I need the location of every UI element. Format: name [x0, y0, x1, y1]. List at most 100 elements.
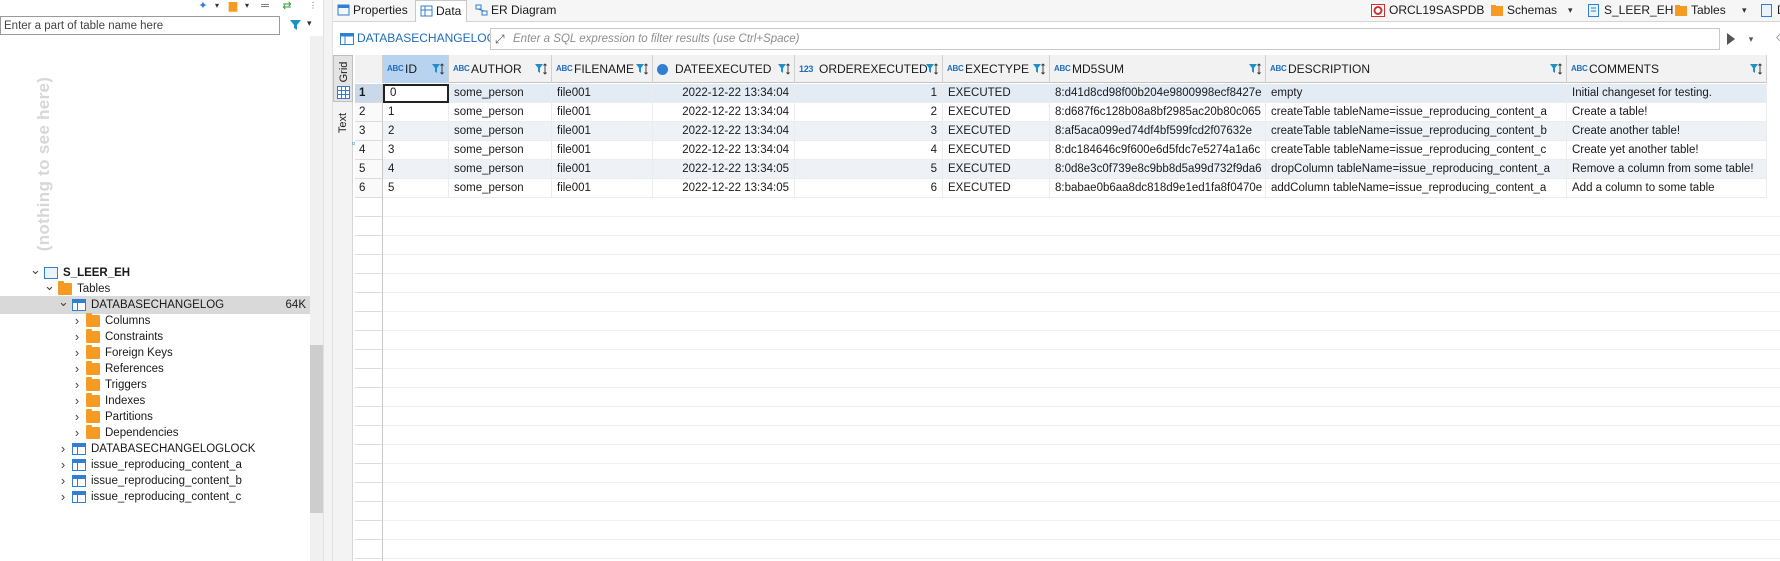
- table-cell[interactable]: 8:babae0b6aa8dc818d9e1ed1fa8f0470e: [1050, 179, 1266, 198]
- filter-funnel-icon[interactable]: [289, 18, 303, 32]
- tree-item[interactable]: › issue_reproducing_content_c: [0, 488, 310, 506]
- table-cell[interactable]: 2022-12-22 13:34:04: [653, 84, 795, 103]
- table-cell[interactable]: 2022-12-22 13:34:04: [653, 103, 795, 122]
- column-filter-icon[interactable]: [777, 62, 791, 76]
- table-cell[interactable]: file001: [552, 84, 653, 103]
- sql-filter-input[interactable]: [513, 31, 1663, 47]
- schema-selector[interactable]: S_LEER_EH: [1587, 0, 1673, 22]
- table-row[interactable]: 5 some_person file001 2022-12-22 13:34:05 6 E…: [383, 179, 1767, 198]
- table-cell[interactable]: some_person: [449, 122, 552, 141]
- row-number[interactable]: 6: [355, 179, 383, 198]
- table-row[interactable]: 4 some_person file001 2022-12-22 13:34:05 5 E…: [383, 160, 1767, 179]
- table-cell[interactable]: 2: [383, 122, 449, 141]
- column-filter-icon[interactable]: [635, 62, 649, 76]
- column-header[interactable]: ABC EXECTYPE: [943, 55, 1050, 83]
- schemas-selector[interactable]: Schemas: [1490, 0, 1560, 22]
- column-header[interactable]: ABC ID: [383, 55, 449, 83]
- column-header[interactable]: 123 ORDEREXECUTED: [795, 55, 943, 83]
- table-cell[interactable]: EXECUTED: [943, 179, 1050, 198]
- apply-filter-icon[interactable]: [1727, 33, 1735, 45]
- table-cell[interactable]: some_person: [449, 160, 552, 179]
- table-cell[interactable]: 8:d41d8cd98f00b204e9800998ecf8427e: [1050, 84, 1266, 103]
- column-header[interactable]: ABC FILENAME: [552, 55, 653, 83]
- side-tab-grid[interactable]: Grid: [333, 55, 353, 102]
- grid-corner[interactable]: [355, 55, 383, 83]
- tables-selector[interactable]: Tables: [1674, 0, 1734, 22]
- column-header[interactable]: ABC AUTHOR: [449, 55, 552, 83]
- table-cell[interactable]: 2022-12-22 13:34:04: [653, 141, 795, 160]
- table-cell[interactable]: Add a column to some table: [1567, 179, 1767, 198]
- table-cell[interactable]: EXECUTED: [943, 84, 1050, 103]
- table-row[interactable]: 1 some_person file001 2022-12-22 13:34:04 2 E…: [383, 103, 1767, 122]
- filter-history-dropdown-icon[interactable]: ▾: [1741, 28, 1761, 50]
- column-filter-icon[interactable]: [1032, 62, 1046, 76]
- tab-properties[interactable]: Properties: [333, 0, 413, 22]
- table-cell[interactable]: 3: [795, 122, 943, 141]
- table-cell[interactable]: 4: [383, 160, 449, 179]
- table-cell[interactable]: 1: [795, 84, 943, 103]
- table-row[interactable]: 3 some_person file001 2022-12-22 13:34:04 4 E…: [383, 141, 1767, 160]
- table-cell[interactable]: EXECUTED: [943, 141, 1050, 160]
- filter-dropdown-icon[interactable]: ▾: [307, 18, 312, 29]
- table-cell[interactable]: 3: [383, 141, 449, 160]
- table-cell[interactable]: some_person: [449, 141, 552, 160]
- side-tab-text[interactable]: Text ⟟: [333, 107, 363, 155]
- table-cell[interactable]: some_person: [449, 179, 552, 198]
- row-number[interactable]: 5: [355, 160, 383, 179]
- new-folder-icon[interactable]: ▆: [226, 0, 240, 12]
- table-cell[interactable]: 1: [383, 103, 449, 122]
- table-cell[interactable]: 2: [795, 103, 943, 122]
- overflow-selector[interactable]: D: [1760, 0, 1780, 22]
- column-filter-icon[interactable]: [1549, 62, 1563, 76]
- new-connection-icon[interactable]: ✦: [196, 0, 210, 12]
- table-cell[interactable]: file001: [552, 122, 653, 141]
- table-cell[interactable]: Create yet another table!: [1567, 141, 1767, 160]
- column-header[interactable]: ABC COMMENTS: [1567, 55, 1767, 83]
- panel-splitter[interactable]: [323, 0, 333, 561]
- table-cell[interactable]: 8:af5aca099ed74df4bf599fcd2f07632e: [1050, 122, 1266, 141]
- table-cell[interactable]: 6: [795, 179, 943, 198]
- expand-icon[interactable]: ⤢: [495, 32, 509, 46]
- table-cell[interactable]: some_person: [449, 84, 552, 103]
- table-cell[interactable]: file001: [552, 160, 653, 179]
- row-number[interactable]: 4: [355, 141, 383, 160]
- table-cell[interactable]: file001: [552, 179, 653, 198]
- row-number[interactable]: 3: [355, 122, 383, 141]
- navigator-scrollbar-thumb[interactable]: [310, 345, 323, 513]
- table-row[interactable]: 0 some_person file001 2022-12-22 13:34:04 1 E…: [383, 84, 1767, 103]
- table-cell[interactable]: EXECUTED: [943, 122, 1050, 141]
- column-filter-icon[interactable]: [534, 62, 548, 76]
- table-cell[interactable]: file001: [552, 141, 653, 160]
- row-number[interactable]: 2: [355, 103, 383, 122]
- table-name-filter-input[interactable]: [0, 16, 280, 35]
- dropdown-icon[interactable]: ▾: [210, 0, 224, 12]
- link-editor-icon[interactable]: ⇄: [280, 0, 294, 12]
- chevron-right-icon[interactable]: ›: [58, 488, 68, 506]
- tab-data[interactable]: Data: [415, 0, 467, 22]
- table-cell[interactable]: 8:0d8e3c0f739e8c9bb8d5a99d732f9da6: [1050, 160, 1266, 179]
- active-connection-selector[interactable]: ORCL19SASPDB: [1371, 0, 1484, 22]
- column-header[interactable]: DATEEXECUTED: [653, 55, 795, 83]
- table-cell[interactable]: Create another table!: [1567, 122, 1767, 141]
- table-cell[interactable]: 2022-12-22 13:34:05: [653, 160, 795, 179]
- table-cell[interactable]: 0: [383, 84, 449, 103]
- row-number[interactable]: 1: [355, 84, 383, 103]
- column-header[interactable]: ABC MD5SUM: [1050, 55, 1266, 83]
- table-cell[interactable]: 8:dc184646c9f600e6d5fdc7e5274a1a6c: [1050, 141, 1266, 160]
- table-cell[interactable]: EXECUTED: [943, 160, 1050, 179]
- eraser-icon[interactable]: ⌫: [1776, 31, 1780, 45]
- table-cell[interactable]: Remove a column from some table!: [1567, 160, 1767, 179]
- table-cell[interactable]: dropColumn tableName=issue_reproducing_c…: [1266, 160, 1567, 179]
- table-cell[interactable]: 5: [383, 179, 449, 198]
- column-filter-icon[interactable]: [1749, 62, 1763, 76]
- column-filter-icon[interactable]: [925, 62, 939, 76]
- table-cell[interactable]: createTable tableName=issue_reproducing_…: [1266, 122, 1567, 141]
- table-cell[interactable]: empty: [1266, 84, 1567, 103]
- column-header[interactable]: ABC DESCRIPTION: [1266, 55, 1567, 83]
- table-cell[interactable]: 4: [795, 141, 943, 160]
- column-filter-icon[interactable]: [1248, 62, 1262, 76]
- tab-er-diagram[interactable]: ER Diagram: [471, 0, 571, 22]
- table-cell[interactable]: Create a table!: [1567, 103, 1767, 122]
- column-filter-icon[interactable]: [431, 62, 445, 76]
- table-cell[interactable]: some_person: [449, 103, 552, 122]
